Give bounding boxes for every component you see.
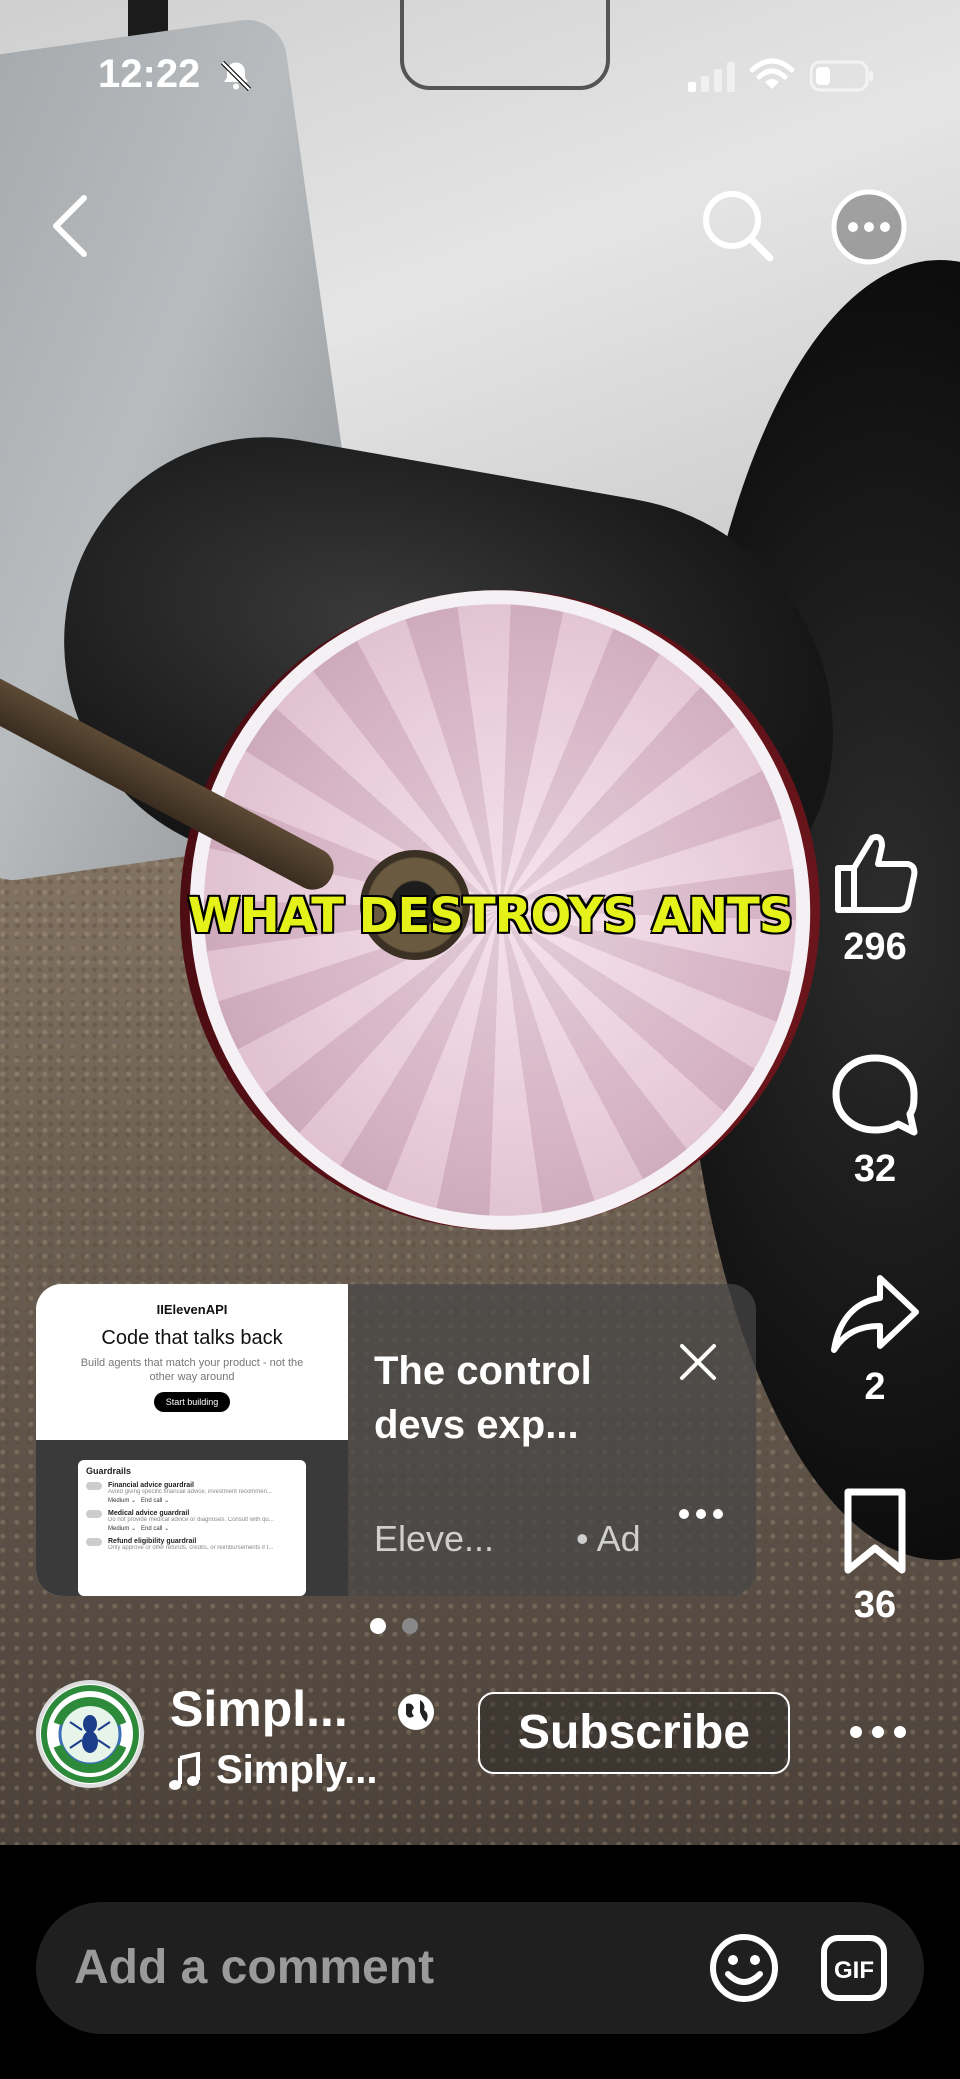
close-icon[interactable] <box>676 1340 720 1384</box>
save-count: 36 <box>853 1584 897 1626</box>
comment-input[interactable]: Add a comment <box>74 1940 434 1995</box>
guardrail-name: Refund eligibility guardrail <box>86 1538 298 1546</box>
like-count: 296 <box>843 926 907 968</box>
sound-name[interactable]: Simply... <box>216 1748 378 1793</box>
comment-bar[interactable]: Add a comment GIF <box>36 1902 924 2034</box>
ad-pagination-dots <box>370 1618 434 1639</box>
guardrail-row: Financial advice guardrail Avoid giving … <box>86 1482 298 1504</box>
pagination-dot <box>402 1618 418 1634</box>
music-note-icon <box>169 1752 200 1790</box>
comment-button[interactable]: 32 <box>820 1050 930 1191</box>
ad-thumbnail-screenshot: Guardrails Financial advice guardrail Av… <box>36 1440 348 1596</box>
ad-thumbnail-hero: IIElevenAPI Code that talks back Build a… <box>36 1284 348 1440</box>
video-door-handle <box>400 0 610 90</box>
like-button[interactable]: 296 <box>820 828 930 969</box>
ad-label: • Ad <box>576 1518 641 1559</box>
guardrail-action: End call <box>141 1526 163 1532</box>
guardrail-name: Financial advice guardrail <box>86 1482 298 1490</box>
guardrail-level: Medium <box>108 1526 130 1532</box>
channel-name[interactable]: Simpl... <box>170 1680 348 1738</box>
gif-label: GIF <box>834 1957 874 1984</box>
guardrail-name: Medical advice guardrail <box>86 1510 298 1518</box>
guardrail-desc: Only approve or offer refunds, credits, … <box>108 1545 274 1551</box>
wifi-icon <box>750 58 794 89</box>
video-caption: WHAT DESTROYS ANTS <box>187 888 794 944</box>
bell-slash-icon <box>220 60 252 92</box>
share-arrow-icon <box>831 1275 919 1353</box>
share-count: 2 <box>864 1366 886 1408</box>
guardrail-row: Medical advice guardrail Do not provide … <box>86 1510 298 1532</box>
comment-count: 32 <box>853 1148 897 1190</box>
emoji-icon[interactable] <box>708 1932 780 2004</box>
ad-thumbnail-subtext: Build agents that match your product - n… <box>80 1357 304 1383</box>
share-button[interactable]: 2 <box>820 1268 930 1409</box>
guardrail-desc: Avoid giving specific financial advice, … <box>108 1489 272 1495</box>
guardrail-options: Medium ⌄ End call ⌄ <box>108 1526 170 1532</box>
guardrail-row: Refund eligibility guardrail Only approv… <box>86 1538 298 1551</box>
battery-icon <box>810 60 873 92</box>
ad-source[interactable]: Eleve... <box>374 1518 494 1560</box>
pagination-dot-active <box>370 1618 386 1634</box>
ad-thumbnail-brand: IIElevenAPI <box>156 1302 228 1317</box>
comment-bubble-icon <box>832 1054 918 1136</box>
gif-icon: GIF <box>821 1935 887 2001</box>
guardrails-panel-title: Guardrails <box>86 1466 132 1476</box>
thumbs-up-icon <box>835 834 918 913</box>
guardrails-panel: Guardrails Financial advice guardrail Av… <box>78 1460 306 1596</box>
guardrail-options: Medium ⌄ End call ⌄ <box>108 1498 170 1504</box>
ad-title[interactable]: The control devs exp... <box>374 1344 674 1452</box>
gif-button[interactable]: GIF <box>820 1932 888 2004</box>
bookmark-icon <box>844 1488 906 1574</box>
more-circle-icon[interactable] <box>830 188 908 266</box>
more-horizontal-icon[interactable] <box>846 1722 910 1742</box>
ad-thumbnail[interactable]: IIElevenAPI Code that talks back Build a… <box>36 1284 348 1596</box>
search-icon[interactable] <box>700 188 776 264</box>
ad-card[interactable]: IIElevenAPI Code that talks back Build a… <box>36 1284 756 1596</box>
status-time: 12:22 <box>98 52 201 96</box>
ad-more-icon[interactable] <box>676 1504 726 1524</box>
globe-icon <box>398 1694 434 1730</box>
ad-thumbnail-headline: Code that talks back <box>101 1327 283 1349</box>
cellular-signal-icon <box>688 62 735 92</box>
subscribe-button[interactable]: Subscribe <box>478 1692 790 1774</box>
guardrail-action: End call <box>141 1498 163 1504</box>
guardrail-desc: Do not provide medical advice or diagnos… <box>108 1517 274 1523</box>
ad-thumbnail-cta: Start building <box>153 1392 231 1412</box>
pest-control-logo <box>41 1685 139 1783</box>
guardrail-level: Medium <box>108 1498 130 1504</box>
channel-avatar[interactable] <box>36 1680 144 1788</box>
save-button[interactable]: 36 <box>820 1486 930 1627</box>
back-chevron-icon[interactable] <box>40 190 104 262</box>
